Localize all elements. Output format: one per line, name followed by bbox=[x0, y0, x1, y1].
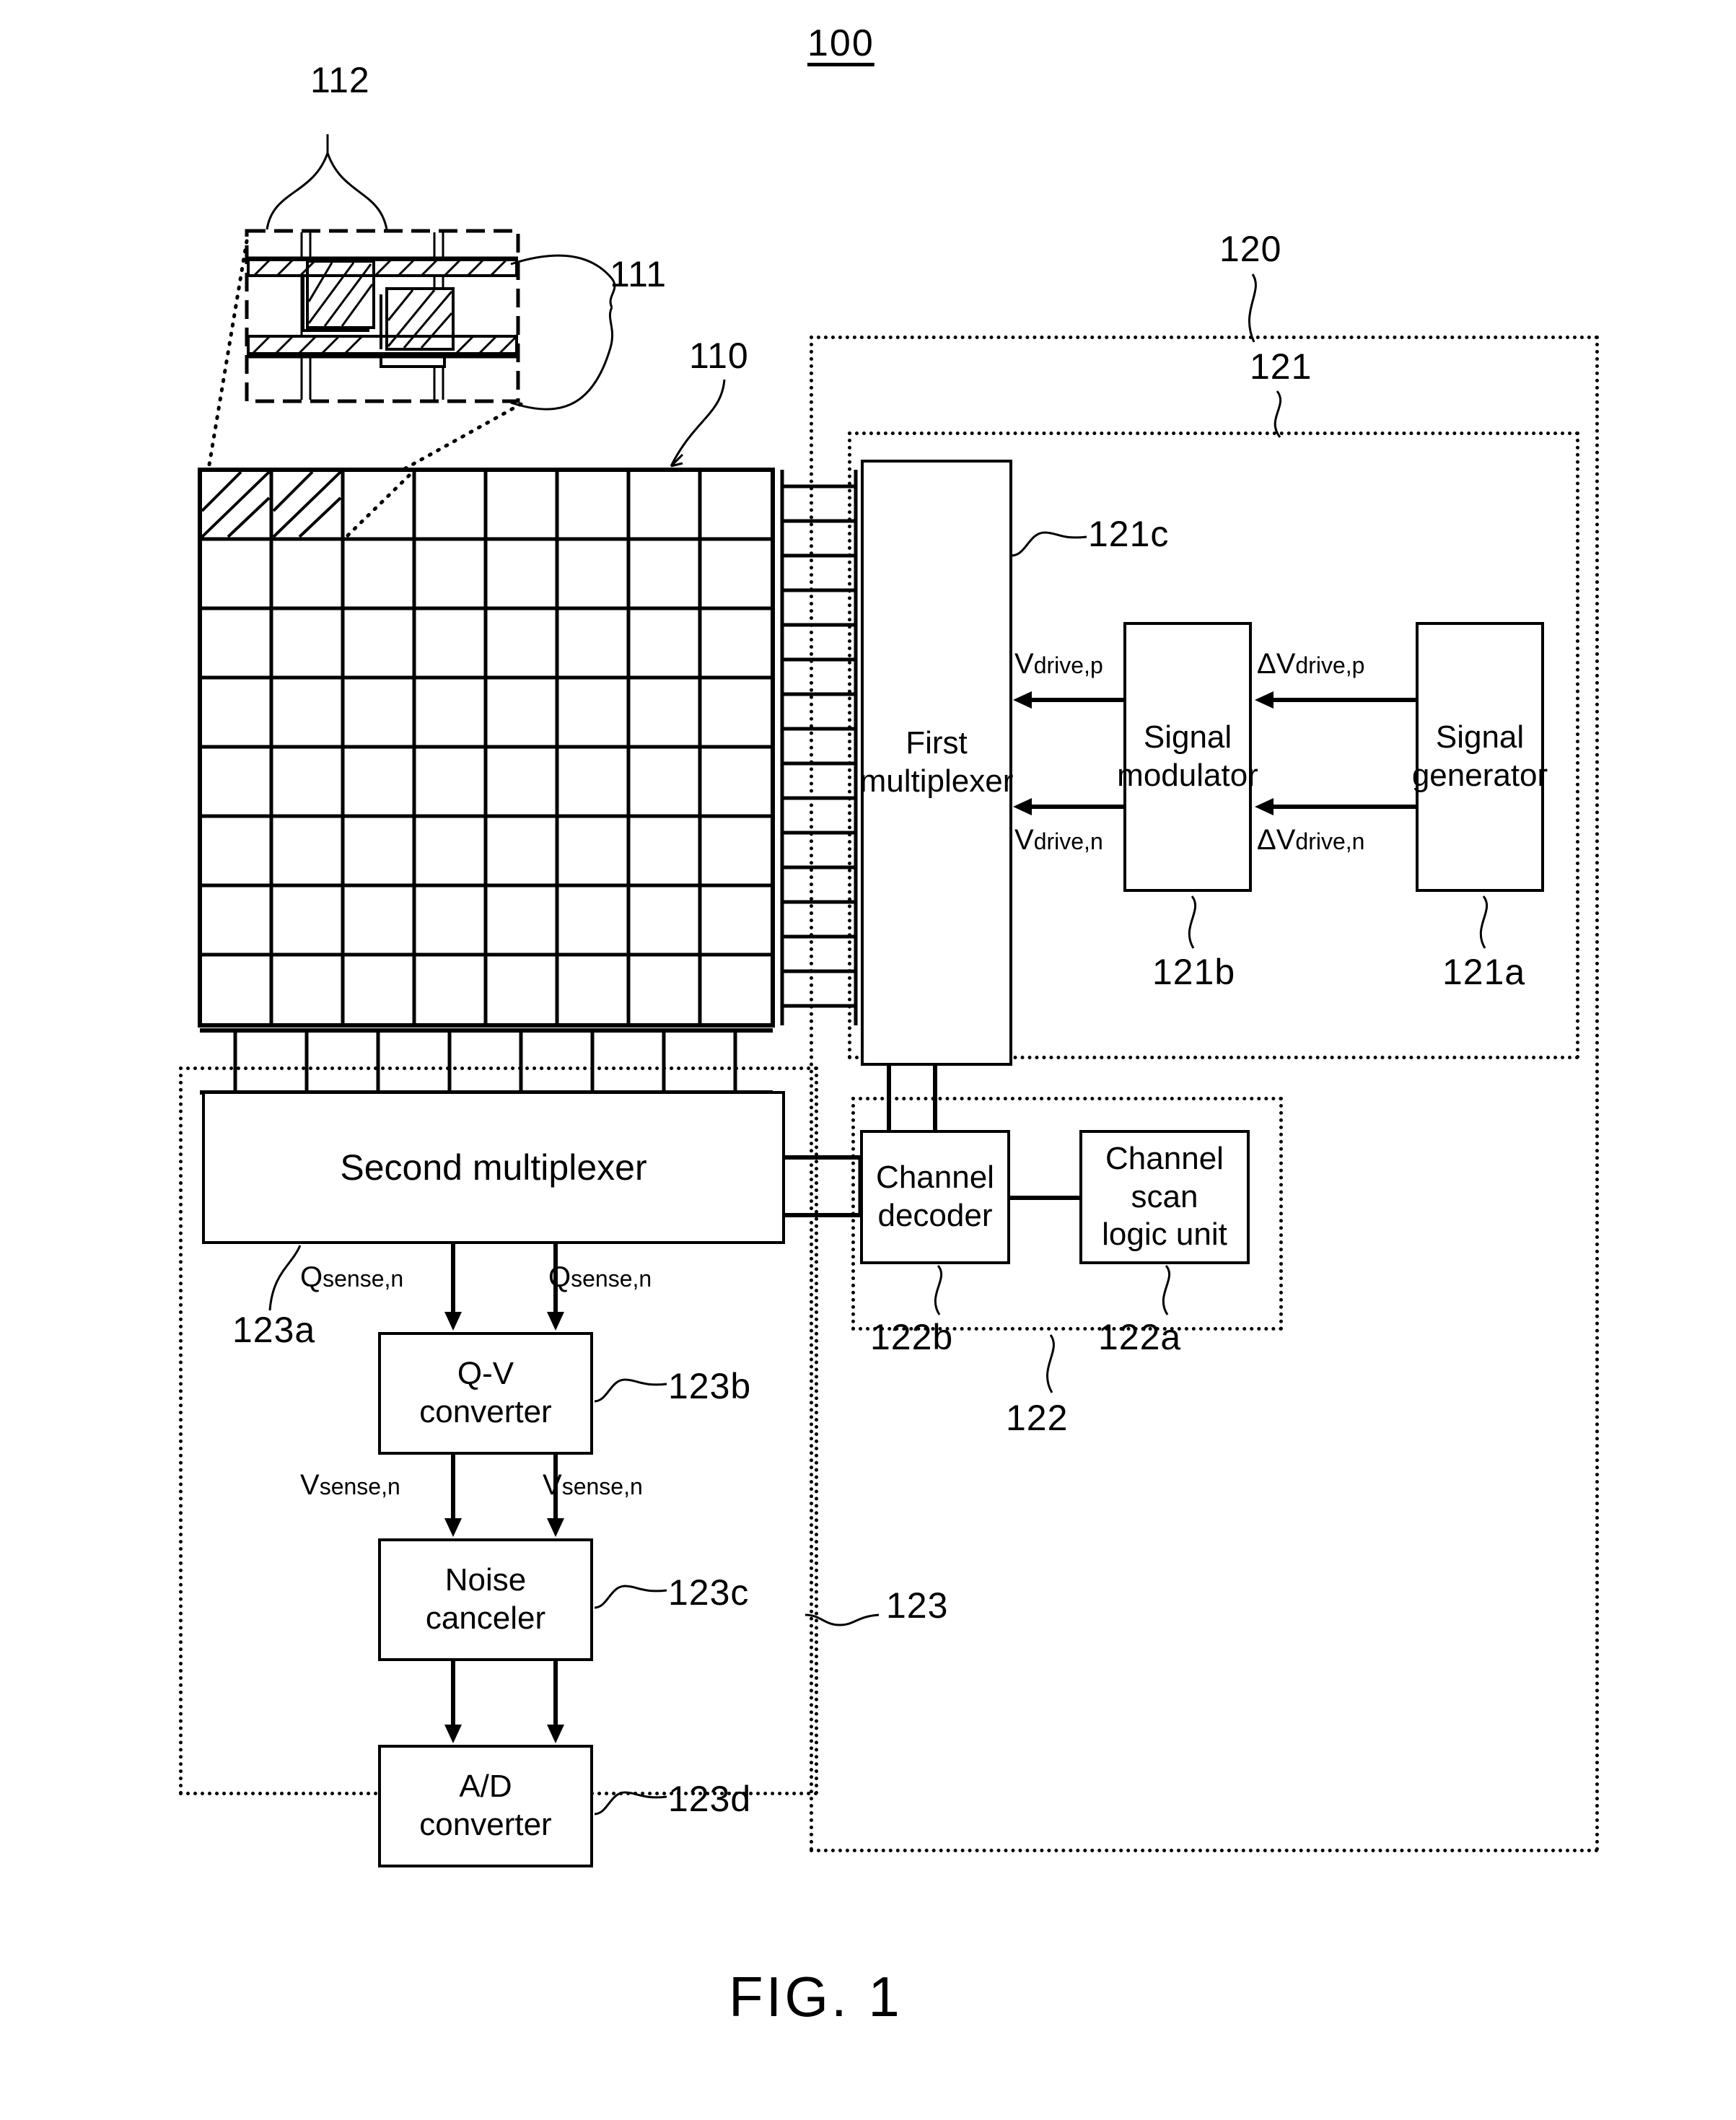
delta-vdrive-n-text: ΔVdrive,n bbox=[1257, 824, 1365, 856]
first-multiplexer-callout-121c bbox=[1010, 518, 1090, 561]
channel-decoder-label: Channel decoder bbox=[876, 1160, 994, 1233]
signal-modulator-block[interactable]: Signal modulator bbox=[1117, 622, 1258, 892]
channel-scan-logic-callout-122a bbox=[1149, 1264, 1185, 1318]
vdrive-n-text: Vdrive,n bbox=[1014, 824, 1103, 856]
sense-line-bus bbox=[198, 1028, 775, 1095]
delta-vdrive-p-text: ΔVdrive,p bbox=[1257, 648, 1365, 680]
second-multiplexer-label: Second multiplexer bbox=[340, 1147, 647, 1188]
signal-label-delta-vdrive-n: ΔVdrive,n bbox=[1257, 825, 1364, 854]
vsense-right-text: Vsense,n bbox=[543, 1469, 643, 1501]
first-multiplexer-block[interactable]: First multiplexer bbox=[859, 460, 1014, 1066]
electrode-callout-112 bbox=[238, 115, 426, 231]
scan-unit-callout-122 bbox=[1030, 1333, 1074, 1396]
first-multiplexer-label: First multiplexer bbox=[859, 725, 1014, 799]
reference-label-123: 123 bbox=[886, 1585, 949, 1626]
reference-label-123d: 123d bbox=[668, 1779, 752, 1819]
reference-label-121c: 121c bbox=[1088, 514, 1170, 554]
controller-callout-120 bbox=[1227, 273, 1277, 345]
reference-label-121b: 121b bbox=[1152, 952, 1236, 992]
channel-scan-logic-unit-label: Channel scan logic unit bbox=[1102, 1140, 1227, 1253]
delta-vdrive-n-arrow bbox=[1252, 792, 1418, 821]
sense-unit-callout-123 bbox=[802, 1600, 882, 1634]
decoder-scan-link bbox=[1010, 1196, 1079, 1200]
reference-label-123c: 123c bbox=[668, 1572, 750, 1613]
qsense-left-text: Qsense,n bbox=[300, 1261, 404, 1293]
channel-scan-logic-unit-block[interactable]: Channel scan logic unit bbox=[1079, 1130, 1250, 1264]
reference-label-120: 120 bbox=[1219, 229, 1282, 269]
qsense-right-text: Qsense,n bbox=[548, 1261, 652, 1293]
panel-callout-110 bbox=[649, 375, 758, 476]
drive-line-bus bbox=[775, 468, 863, 1028]
noise-canceler-block[interactable]: Noise canceler bbox=[378, 1538, 593, 1661]
qv-converter-label: Q-V converter bbox=[419, 1356, 552, 1429]
reference-label-122: 122 bbox=[1006, 1398, 1069, 1438]
signal-generator-block[interactable]: Signal generator bbox=[1412, 622, 1548, 892]
noise-canceler-callout-123c bbox=[593, 1574, 668, 1615]
reference-label-122a: 122a bbox=[1098, 1317, 1182, 1357]
first-mux-to-decoder-bus bbox=[879, 1064, 973, 1133]
system-reference-100: 100 bbox=[807, 22, 874, 64]
signal-label-vsense-right: Vsense,n bbox=[543, 1471, 643, 1499]
signal-label-delta-vdrive-p: ΔVdrive,p bbox=[1257, 649, 1364, 678]
vdrive-p-arrow bbox=[1010, 686, 1126, 714]
reference-label-123a: 123a bbox=[232, 1310, 316, 1350]
ad-converter-callout-123d bbox=[593, 1781, 668, 1821]
reference-label-121a: 121a bbox=[1442, 952, 1526, 992]
channel-decoder-block[interactable]: Channel decoder bbox=[860, 1130, 1010, 1264]
ad-converter-label: A/D converter bbox=[419, 1769, 552, 1842]
signal-generator-label: Signal generator bbox=[1411, 719, 1548, 793]
signal-label-vsense-left: Vsense,n bbox=[300, 1471, 400, 1499]
signal-label-vdrive-n: Vdrive,n bbox=[1014, 825, 1103, 854]
delta-vdrive-p-arrow bbox=[1252, 686, 1418, 714]
signal-generator-callout-121a bbox=[1466, 895, 1502, 951]
signal-label-qsense-left: Qsense,n bbox=[300, 1263, 403, 1292]
signal-modulator-label: Signal modulator bbox=[1117, 719, 1258, 793]
noise-canceler-label: Noise canceler bbox=[425, 1562, 546, 1636]
signal-label-vdrive-p: Vdrive,p bbox=[1014, 649, 1103, 678]
second-mux-to-decoder-bus bbox=[784, 1147, 863, 1234]
reference-label-122b: 122b bbox=[870, 1317, 954, 1357]
qv-converter-block[interactable]: Q-V converter bbox=[378, 1332, 593, 1455]
ad-input-arrows bbox=[436, 1661, 573, 1745]
reference-label-121: 121 bbox=[1250, 346, 1312, 387]
figure-caption: FIG. 1 bbox=[729, 1965, 903, 2028]
reference-label-112: 112 bbox=[310, 60, 370, 100]
patent-figure-page: 100 112 111 110 120 121 First multiplexe… bbox=[0, 0, 1736, 2120]
magnification-leader-lines bbox=[195, 231, 556, 499]
second-multiplexer-block[interactable]: Second multiplexer bbox=[202, 1091, 785, 1244]
signal-label-qsense-right: Qsense,n bbox=[548, 1263, 652, 1292]
sensor-panel-grid bbox=[198, 468, 775, 1028]
reference-label-111: 111 bbox=[610, 254, 667, 294]
vsense-left-text: Vsense,n bbox=[300, 1469, 400, 1501]
qv-converter-callout-123b bbox=[593, 1368, 668, 1409]
vdrive-n-arrow bbox=[1010, 792, 1126, 821]
vdrive-p-text: Vdrive,p bbox=[1014, 648, 1103, 680]
ad-converter-block[interactable]: A/D converter bbox=[378, 1745, 593, 1867]
reference-label-123b: 123b bbox=[668, 1366, 752, 1406]
reference-label-110: 110 bbox=[689, 336, 749, 376]
signal-modulator-callout-121b bbox=[1175, 895, 1211, 951]
drive-unit-callout-121 bbox=[1255, 390, 1306, 440]
channel-decoder-callout-122b bbox=[921, 1264, 957, 1318]
